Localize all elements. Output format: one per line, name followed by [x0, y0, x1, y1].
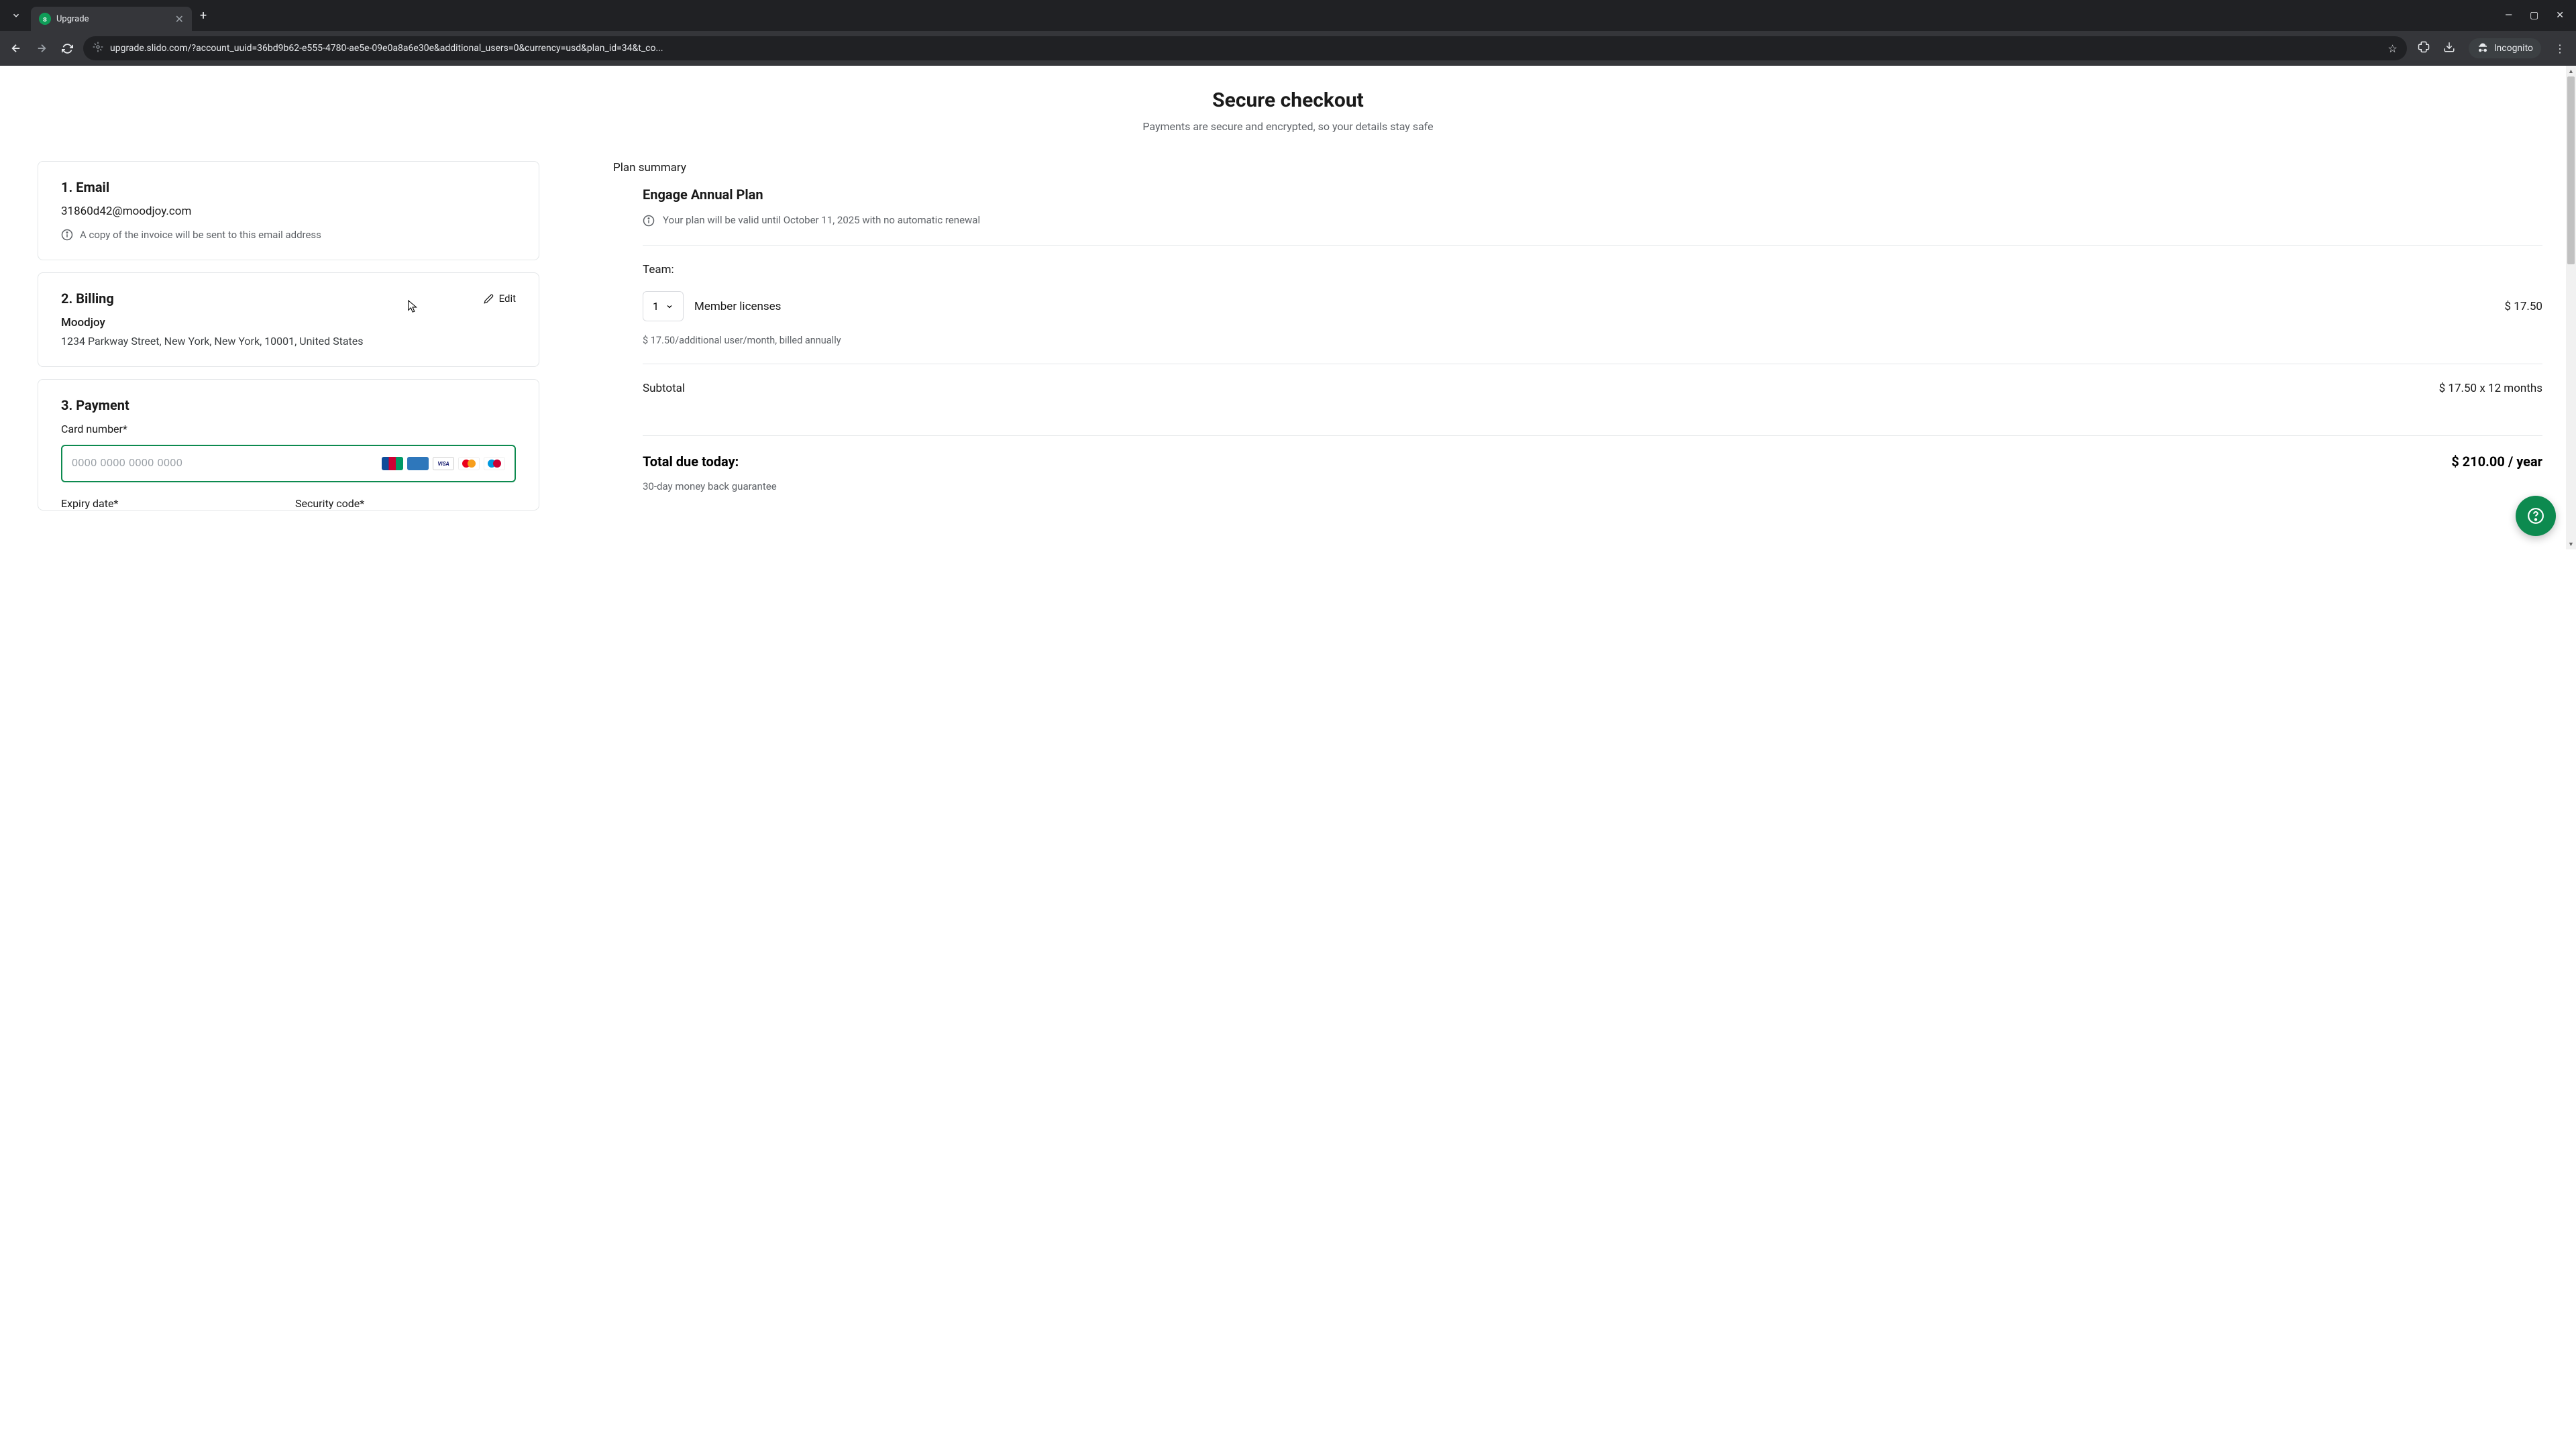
page-content: Secure checkout Payments are secure and …: [0, 66, 2576, 549]
chevron-down-icon: [665, 303, 674, 311]
help-button[interactable]: [2516, 496, 2556, 536]
downloads-button[interactable]: [2443, 41, 2455, 56]
titlebar: s Upgrade ✕ + — ▢ ✕: [0, 0, 2576, 31]
billing-address: 1234 Parkway Street, New York, New York,…: [61, 335, 516, 347]
browser-tab[interactable]: s Upgrade ✕: [31, 7, 192, 31]
scrollbar-thumb[interactable]: [2567, 76, 2575, 264]
page-header: Secure checkout Payments are secure and …: [0, 66, 2576, 133]
visa-icon: VISA: [433, 457, 454, 470]
license-label: Member licenses: [694, 300, 2494, 313]
edit-billing-button[interactable]: Edit: [484, 292, 516, 305]
forward-button[interactable]: [32, 39, 51, 58]
info-icon: [61, 229, 73, 241]
incognito-label: Incognito: [2494, 43, 2533, 54]
amex-icon: [407, 457, 429, 470]
billing-company: Moodjoy: [61, 316, 516, 329]
card-brand-icons: VISA: [382, 457, 505, 470]
card-number-field-wrapper: VISA: [61, 445, 516, 482]
close-window-button[interactable]: ✕: [2556, 10, 2564, 21]
pencil-icon: [484, 294, 494, 304]
vertical-scrollbar[interactable]: ▲ ▼: [2566, 66, 2576, 549]
billing-step-title: 2. Billing: [61, 290, 114, 307]
email-card: 1. Email 31860d42@moodjoy.com A copy of …: [38, 161, 539, 260]
info-icon: [643, 215, 655, 227]
browser-chrome: s Upgrade ✕ + — ▢ ✕ upgrade.slido.com/?a…: [0, 0, 2576, 66]
plan-summary-heading: Plan summary: [613, 161, 2542, 174]
card-number-label: Card number*: [61, 423, 516, 435]
expiry-label: Expiry date*: [61, 497, 282, 510]
total-label: Total due today:: [643, 453, 739, 470]
tab-close-button[interactable]: ✕: [175, 13, 184, 25]
url-box[interactable]: upgrade.slido.com/?account_uuid=36bd9b62…: [83, 36, 2407, 60]
incognito-indicator[interactable]: Incognito: [2469, 38, 2541, 58]
page-title: Secure checkout: [0, 89, 2576, 112]
payment-card: 3. Payment Card number* VISA Expiry date…: [38, 379, 539, 511]
subtotal-label: Subtotal: [643, 382, 685, 395]
site-settings-icon[interactable]: [93, 42, 103, 55]
mastercard-icon: [458, 457, 480, 470]
cvc-label: Security code*: [295, 497, 516, 510]
maestro-icon: [484, 457, 505, 470]
email-value: 31860d42@moodjoy.com: [61, 205, 516, 218]
card-number-input[interactable]: [72, 458, 382, 470]
plan-summary: Plan summary Engage Annual Plan Your pla…: [613, 161, 2542, 511]
address-bar: upgrade.slido.com/?account_uuid=36bd9b62…: [0, 31, 2576, 66]
maximize-button[interactable]: ▢: [2530, 10, 2538, 21]
license-qty-value: 1: [653, 300, 659, 313]
url-text: upgrade.slido.com/?account_uuid=36bd9b62…: [110, 43, 2381, 54]
payment-step-title: 3. Payment: [61, 397, 516, 413]
price-note: $ 17.50/additional user/month, billed an…: [643, 335, 2542, 346]
scroll-up-arrow[interactable]: ▲: [2566, 66, 2576, 76]
reload-button[interactable]: [58, 39, 76, 58]
minimize-button[interactable]: —: [2505, 10, 2512, 21]
email-step-title: 1. Email: [61, 179, 516, 195]
email-note: A copy of the invoice will be sent to th…: [80, 229, 321, 241]
edit-label: Edit: [499, 292, 516, 305]
menu-button[interactable]: ⋮: [2555, 42, 2565, 55]
license-price: $ 17.50: [2505, 300, 2542, 313]
page-subtitle: Payments are secure and encrypted, so yo…: [0, 120, 2576, 133]
window-controls: — ▢ ✕: [2505, 10, 2576, 21]
billing-card: 2. Billing Edit Moodjoy 1234 Parkway Str…: [38, 272, 539, 367]
new-tab-button[interactable]: +: [200, 9, 207, 23]
tab-title: Upgrade: [56, 14, 170, 24]
favicon-icon: s: [39, 13, 51, 25]
plan-name: Engage Annual Plan: [643, 186, 2542, 203]
subtotal-value: $ 17.50 x 12 months: [2439, 382, 2542, 395]
jcb-icon: [382, 457, 403, 470]
extensions-button[interactable]: [2418, 41, 2430, 56]
license-quantity-select[interactable]: 1: [643, 291, 684, 321]
back-button[interactable]: [7, 39, 25, 58]
total-value: $ 210.00 / year: [2451, 453, 2542, 470]
plan-validity-note: Your plan will be valid until October 11…: [663, 213, 980, 227]
guarantee-note: 30-day money back guarantee: [643, 480, 2542, 492]
scroll-down-arrow[interactable]: ▼: [2566, 539, 2576, 549]
tab-search-button[interactable]: [5, 5, 27, 26]
team-label: Team:: [643, 263, 2542, 276]
bookmark-button[interactable]: ☆: [2387, 42, 2397, 55]
